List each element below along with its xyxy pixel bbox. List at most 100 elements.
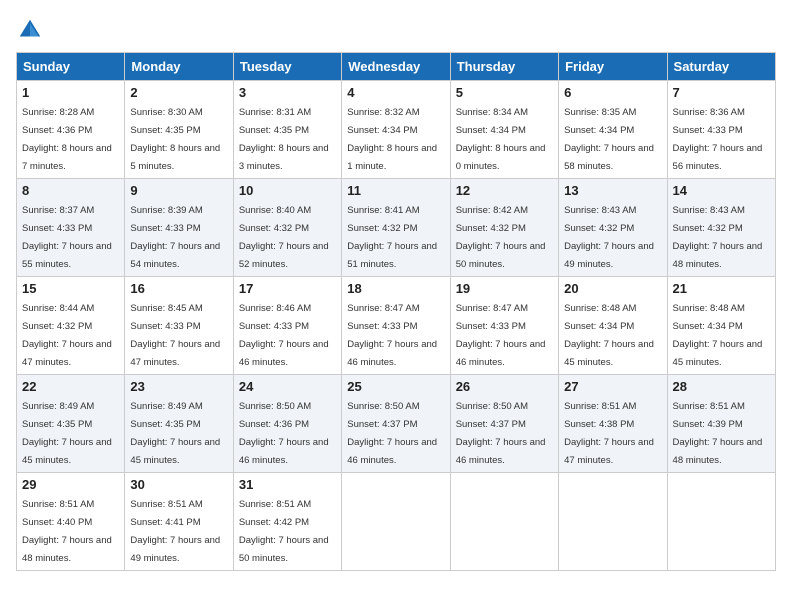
- calendar-table: SundayMondayTuesdayWednesdayThursdayFrid…: [16, 52, 776, 571]
- day-number: 26: [456, 379, 553, 394]
- day-detail: Sunrise: 8:47 AMSunset: 4:33 PMDaylight:…: [347, 303, 437, 368]
- day-number: 23: [130, 379, 227, 394]
- calendar-day-header: Tuesday: [233, 53, 341, 81]
- calendar-day-cell: 19 Sunrise: 8:47 AMSunset: 4:33 PMDayligh…: [450, 277, 558, 375]
- day-number: 21: [673, 281, 770, 296]
- calendar-day-cell: 10 Sunrise: 8:40 AMSunset: 4:32 PMDayligh…: [233, 179, 341, 277]
- day-number: 2: [130, 85, 227, 100]
- day-detail: Sunrise: 8:42 AMSunset: 4:32 PMDaylight:…: [456, 205, 546, 270]
- calendar-day-cell: [667, 473, 775, 571]
- calendar-day-cell: 3Sunrise: 8:31 AMSunset: 4:35 PMDaylight…: [233, 81, 341, 179]
- day-detail: Sunrise: 8:50 AMSunset: 4:37 PMDaylight:…: [347, 401, 437, 466]
- day-number: 9: [130, 183, 227, 198]
- day-number: 15: [22, 281, 119, 296]
- day-number: 7: [673, 85, 770, 100]
- calendar-day-cell: 21 Sunrise: 8:48 AMSunset: 4:34 PMDayligh…: [667, 277, 775, 375]
- calendar-day-header: Saturday: [667, 53, 775, 81]
- calendar-day-cell: 17 Sunrise: 8:46 AMSunset: 4:33 PMDayligh…: [233, 277, 341, 375]
- page-header: [16, 16, 776, 44]
- calendar-day-cell: 11 Sunrise: 8:41 AMSunset: 4:32 PMDayligh…: [342, 179, 450, 277]
- calendar-day-cell: 28Sunrise: 8:51 AMSunset: 4:39 PMDayligh…: [667, 375, 775, 473]
- calendar-day-cell: 6 Sunrise: 8:35 AMSunset: 4:34 PMDaylight…: [559, 81, 667, 179]
- day-detail: Sunrise: 8:32 AMSunset: 4:34 PMDaylight:…: [347, 107, 437, 172]
- day-number: 4: [347, 85, 444, 100]
- day-number: 17: [239, 281, 336, 296]
- day-number: 12: [456, 183, 553, 198]
- calendar-day-cell: 25 Sunrise: 8:50 AMSunset: 4:37 PMDayligh…: [342, 375, 450, 473]
- calendar-day-cell: 18 Sunrise: 8:47 AMSunset: 4:33 PMDayligh…: [342, 277, 450, 375]
- calendar-day-cell: [450, 473, 558, 571]
- day-number: 3: [239, 85, 336, 100]
- day-detail: Sunrise: 8:43 AMSunset: 4:32 PMDaylight:…: [564, 205, 654, 270]
- day-number: 14: [673, 183, 770, 198]
- day-detail: Sunrise: 8:41 AMSunset: 4:32 PMDaylight:…: [347, 205, 437, 270]
- calendar-day-cell: 4 Sunrise: 8:32 AMSunset: 4:34 PMDaylight…: [342, 81, 450, 179]
- day-detail: Sunrise: 8:37 AMSunset: 4:33 PMDaylight:…: [22, 205, 112, 270]
- day-number: 30: [130, 477, 227, 492]
- calendar-day-cell: 1 Sunrise: 8:28 AMSunset: 4:36 PMDaylight…: [17, 81, 125, 179]
- day-detail: Sunrise: 8:44 AMSunset: 4:32 PMDaylight:…: [22, 303, 112, 368]
- day-detail: Sunrise: 8:47 AMSunset: 4:33 PMDaylight:…: [456, 303, 546, 368]
- day-number: 28: [673, 379, 770, 394]
- day-number: 18: [347, 281, 444, 296]
- calendar-week-row: 22Sunrise: 8:49 AMSunset: 4:35 PMDayligh…: [17, 375, 776, 473]
- calendar-day-cell: 29Sunrise: 8:51 AMSunset: 4:40 PMDayligh…: [17, 473, 125, 571]
- calendar-day-cell: 24 Sunrise: 8:50 AMSunset: 4:36 PMDayligh…: [233, 375, 341, 473]
- day-detail: Sunrise: 8:45 AMSunset: 4:33 PMDaylight:…: [130, 303, 220, 368]
- calendar-day-cell: 22Sunrise: 8:49 AMSunset: 4:35 PMDayligh…: [17, 375, 125, 473]
- calendar-day-cell: 20 Sunrise: 8:48 AMSunset: 4:34 PMDayligh…: [559, 277, 667, 375]
- day-number: 6: [564, 85, 661, 100]
- calendar-day-header: Monday: [125, 53, 233, 81]
- day-detail: Sunrise: 8:51 AMSunset: 4:41 PMDaylight:…: [130, 499, 220, 564]
- calendar-day-cell: 16 Sunrise: 8:45 AMSunset: 4:33 PMDayligh…: [125, 277, 233, 375]
- calendar-day-cell: 26Sunrise: 8:50 AMSunset: 4:37 PMDayligh…: [450, 375, 558, 473]
- calendar-day-header: Friday: [559, 53, 667, 81]
- calendar-day-cell: 2 Sunrise: 8:30 AMSunset: 4:35 PMDaylight…: [125, 81, 233, 179]
- logo-icon: [16, 16, 44, 44]
- calendar-day-cell: 7Sunrise: 8:36 AMSunset: 4:33 PMDaylight…: [667, 81, 775, 179]
- calendar-day-cell: 13 Sunrise: 8:43 AMSunset: 4:32 PMDayligh…: [559, 179, 667, 277]
- calendar-week-row: 29Sunrise: 8:51 AMSunset: 4:40 PMDayligh…: [17, 473, 776, 571]
- day-number: 13: [564, 183, 661, 198]
- day-number: 31: [239, 477, 336, 492]
- day-number: 1: [22, 85, 119, 100]
- day-detail: Sunrise: 8:51 AMSunset: 4:38 PMDaylight:…: [564, 401, 654, 466]
- day-detail: Sunrise: 8:48 AMSunset: 4:34 PMDaylight:…: [564, 303, 654, 368]
- day-number: 25: [347, 379, 444, 394]
- calendar-day-cell: [342, 473, 450, 571]
- day-number: 19: [456, 281, 553, 296]
- day-number: 20: [564, 281, 661, 296]
- calendar-day-cell: 8 Sunrise: 8:37 AMSunset: 4:33 PMDaylight…: [17, 179, 125, 277]
- day-number: 16: [130, 281, 227, 296]
- day-detail: Sunrise: 8:40 AMSunset: 4:32 PMDaylight:…: [239, 205, 329, 270]
- day-detail: Sunrise: 8:49 AMSunset: 4:35 PMDaylight:…: [130, 401, 220, 466]
- day-detail: Sunrise: 8:28 AMSunset: 4:36 PMDaylight:…: [22, 107, 112, 172]
- calendar-week-row: 8 Sunrise: 8:37 AMSunset: 4:33 PMDaylight…: [17, 179, 776, 277]
- calendar-day-header: Sunday: [17, 53, 125, 81]
- calendar-day-cell: [559, 473, 667, 571]
- calendar-day-cell: 12 Sunrise: 8:42 AMSunset: 4:32 PMDayligh…: [450, 179, 558, 277]
- day-detail: Sunrise: 8:48 AMSunset: 4:34 PMDaylight:…: [673, 303, 763, 368]
- day-number: 10: [239, 183, 336, 198]
- calendar-header-row: SundayMondayTuesdayWednesdayThursdayFrid…: [17, 53, 776, 81]
- calendar-day-cell: 14Sunrise: 8:43 AMSunset: 4:32 PMDayligh…: [667, 179, 775, 277]
- day-detail: Sunrise: 8:35 AMSunset: 4:34 PMDaylight:…: [564, 107, 654, 172]
- day-detail: Sunrise: 8:46 AMSunset: 4:33 PMDaylight:…: [239, 303, 329, 368]
- day-detail: Sunrise: 8:50 AMSunset: 4:36 PMDaylight:…: [239, 401, 329, 466]
- calendar-day-cell: 27 Sunrise: 8:51 AMSunset: 4:38 PMDayligh…: [559, 375, 667, 473]
- day-number: 8: [22, 183, 119, 198]
- day-number: 27: [564, 379, 661, 394]
- calendar-day-cell: 30 Sunrise: 8:51 AMSunset: 4:41 PMDayligh…: [125, 473, 233, 571]
- calendar-day-cell: 15 Sunrise: 8:44 AMSunset: 4:32 PMDayligh…: [17, 277, 125, 375]
- day-detail: Sunrise: 8:30 AMSunset: 4:35 PMDaylight:…: [130, 107, 220, 172]
- calendar-day-cell: 23 Sunrise: 8:49 AMSunset: 4:35 PMDayligh…: [125, 375, 233, 473]
- day-number: 29: [22, 477, 119, 492]
- day-detail: Sunrise: 8:51 AMSunset: 4:42 PMDaylight:…: [239, 499, 329, 564]
- calendar-day-cell: 9Sunrise: 8:39 AMSunset: 4:33 PMDaylight…: [125, 179, 233, 277]
- day-detail: Sunrise: 8:34 AMSunset: 4:34 PMDaylight:…: [456, 107, 546, 172]
- calendar-day-header: Thursday: [450, 53, 558, 81]
- calendar-day-header: Wednesday: [342, 53, 450, 81]
- day-number: 11: [347, 183, 444, 198]
- day-number: 24: [239, 379, 336, 394]
- calendar-week-row: 1 Sunrise: 8:28 AMSunset: 4:36 PMDaylight…: [17, 81, 776, 179]
